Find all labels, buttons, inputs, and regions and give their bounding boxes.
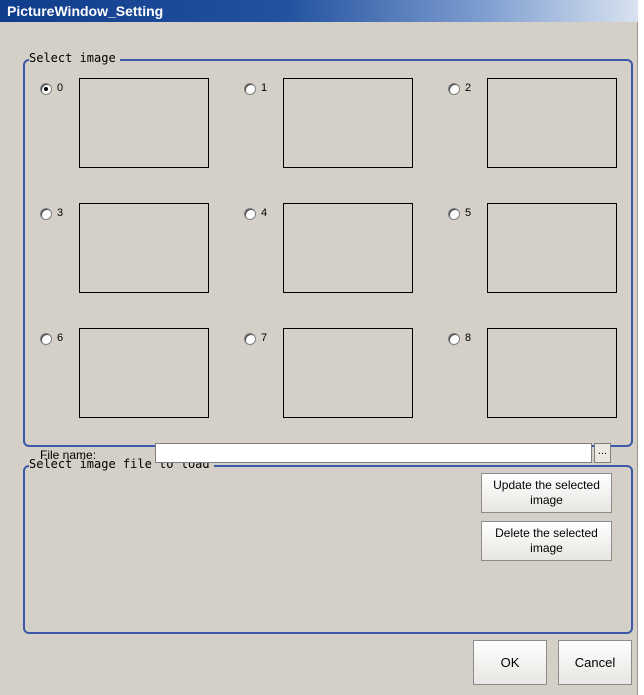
image-preview-7 <box>283 328 413 418</box>
image-preview-6 <box>79 328 209 418</box>
file-name-input[interactable] <box>155 443 592 463</box>
dialog-window: PictureWindow_Setting Select image 0 1 2… <box>0 0 638 695</box>
image-radio-4[interactable] <box>244 208 256 220</box>
image-radio-8[interactable] <box>448 333 460 345</box>
image-radio-2[interactable] <box>448 83 460 95</box>
image-radio-label-0: 0 <box>57 82 64 94</box>
image-preview-0 <box>79 78 209 168</box>
title-bar: PictureWindow_Setting <box>0 0 638 22</box>
image-preview-2 <box>487 78 617 168</box>
image-radio-label-2: 2 <box>465 82 472 94</box>
image-preview-5 <box>487 203 617 293</box>
cancel-button[interactable]: Cancel <box>558 640 632 685</box>
image-radio-label-8: 8 <box>465 332 472 344</box>
image-preview-4 <box>283 203 413 293</box>
image-radio-label-6: 6 <box>57 332 64 344</box>
update-selected-image-button[interactable]: Update the selected image <box>481 473 612 513</box>
select-image-group: Select image 0 1 2 3 4 5 6 7 8 <box>23 51 633 447</box>
image-radio-1[interactable] <box>244 83 256 95</box>
delete-selected-image-button[interactable]: Delete the selected image <box>481 521 612 561</box>
ok-button[interactable]: OK <box>473 640 547 685</box>
image-radio-label-5: 5 <box>465 207 472 219</box>
window-title: PictureWindow_Setting <box>7 3 164 19</box>
image-radio-7[interactable] <box>244 333 256 345</box>
image-radio-6[interactable] <box>40 333 52 345</box>
image-preview-3 <box>79 203 209 293</box>
select-image-group-label: Select image <box>29 51 120 65</box>
image-preview-8 <box>487 328 617 418</box>
image-radio-3[interactable] <box>40 208 52 220</box>
image-radio-0[interactable] <box>40 83 52 95</box>
file-name-label: File name: <box>40 448 97 462</box>
browse-button[interactable]: ... <box>594 443 611 463</box>
image-radio-label-4: 4 <box>261 207 268 219</box>
image-preview-1 <box>283 78 413 168</box>
image-radio-label-3: 3 <box>57 207 64 219</box>
image-radio-5[interactable] <box>448 208 460 220</box>
image-radio-label-7: 7 <box>261 332 268 344</box>
image-radio-label-1: 1 <box>261 82 268 94</box>
